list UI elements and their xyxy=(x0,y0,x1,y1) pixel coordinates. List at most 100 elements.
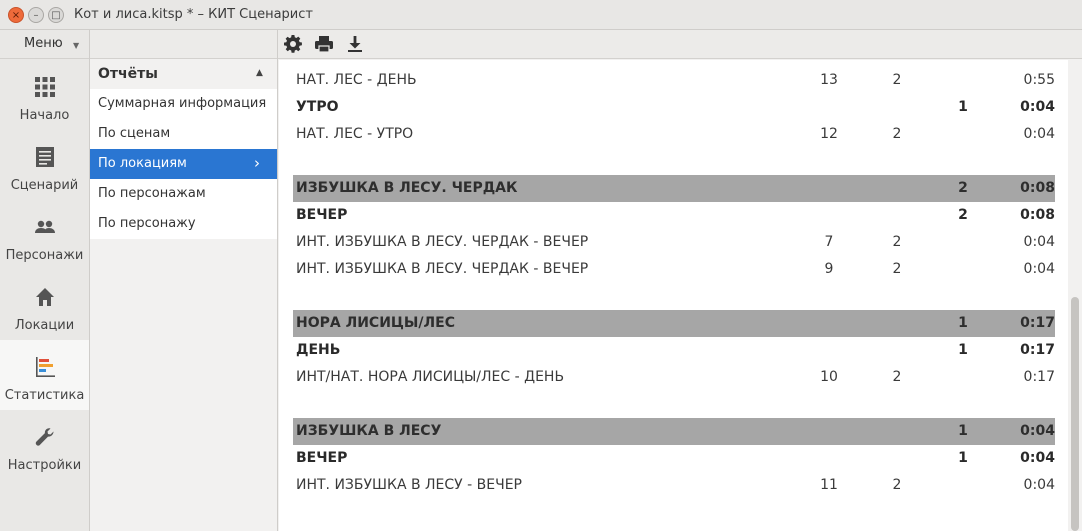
cell-time: 0:04 xyxy=(1023,234,1055,250)
cell-chars: 2 xyxy=(892,126,902,142)
vertical-scrollbar[interactable] xyxy=(1068,60,1082,531)
nav-item-characters[interactable]: Персонажи xyxy=(0,200,89,270)
cell-name: ИЗБУШКА В ЛЕСУ. ЧЕРДАК xyxy=(296,180,518,196)
cell-time: 0:04 xyxy=(1020,99,1055,115)
cell-time: 0:55 xyxy=(1023,72,1055,88)
print-icon[interactable] xyxy=(314,34,334,54)
time-of-day-row: УТРО 1 0:04 xyxy=(293,94,1055,121)
cell-count: 2 xyxy=(958,207,968,223)
cell-name: ИНТ. ИЗБУШКА В ЛЕСУ - ВЕЧЕР xyxy=(296,477,522,493)
report-toolbar xyxy=(278,30,1082,59)
nav-item-label: Настройки xyxy=(7,458,82,473)
cell-chars: 2 xyxy=(892,369,902,385)
cell-count: 1 xyxy=(958,342,968,358)
minimize-window-button[interactable]: – xyxy=(28,7,44,23)
title-bar: × – □ Кот и лиса.kitsp * – КИТ Сценарист xyxy=(0,0,1082,30)
menu-dropdown-icon: ▼ xyxy=(73,41,80,50)
nav-item-label: Начало xyxy=(19,108,70,123)
scene-row: НАТ. ЛЕС - ДЕНЬ 13 2 0:55 xyxy=(293,67,1055,94)
cell-num: 10 xyxy=(820,369,838,385)
cell-time: 0:17 xyxy=(1023,369,1055,385)
location-row: НОРА ЛИСИЦЫ/ЛЕС 1 0:17 xyxy=(293,310,1055,337)
cell-time: 0:04 xyxy=(1020,423,1055,439)
scene-row: НАТ. ЛЕС - УТРО 12 2 0:04 xyxy=(293,121,1055,148)
cell-name: ИНТ. ИЗБУШКА В ЛЕСУ. ЧЕРДАК - ВЕЧЕР xyxy=(296,234,589,250)
download-icon[interactable] xyxy=(345,34,365,54)
cell-num: 7 xyxy=(824,234,834,250)
report-item-label: По сценам xyxy=(98,126,171,141)
nav-item-label: Статистика xyxy=(4,388,85,403)
report-item-label: По персонажу xyxy=(98,216,196,231)
nav-item-script[interactable]: Сценарий xyxy=(0,130,89,200)
nav-item-start[interactable]: Начало xyxy=(0,60,89,130)
wrench-icon xyxy=(35,428,54,446)
cell-chars: 2 xyxy=(892,477,902,493)
cell-num: 12 xyxy=(820,126,838,142)
cell-time: 0:08 xyxy=(1020,180,1055,196)
cell-num: 11 xyxy=(820,477,838,493)
menu-label: Меню xyxy=(24,36,63,51)
document-icon xyxy=(36,147,54,167)
collapse-icon[interactable]: ▲ xyxy=(256,68,263,78)
cell-time: 0:04 xyxy=(1023,126,1055,142)
report-item-label: По локациям xyxy=(98,156,187,171)
reports-panel-toolbar xyxy=(90,30,277,59)
cell-count: 1 xyxy=(958,315,968,331)
reports-list: Суммарная информация По сценам По локаци… xyxy=(90,89,277,239)
reports-panel: Отчёты ▲ Суммарная информация По сценам … xyxy=(90,30,278,531)
report-item-by-scenes[interactable]: По сценам xyxy=(90,119,277,149)
report-content: НАТ. ЛЕС - ДЕНЬ 13 2 0:55 УТРО 1 0:04 НАТ. ЛЕС … xyxy=(279,60,1068,531)
cell-time: 0:17 xyxy=(1020,315,1055,331)
scene-row: ИНТ/НАТ. НОРА ЛИСИЦЫ/ЛЕС - ДЕНЬ 10 2 0:17 xyxy=(293,364,1055,391)
cell-num: 13 xyxy=(820,72,838,88)
menu-button[interactable]: Меню ▼ xyxy=(0,30,89,59)
report-item-by-locations[interactable]: По локациям › xyxy=(90,149,277,179)
cell-name: НАТ. ЛЕС - УТРО xyxy=(296,126,414,142)
cell-name: ВЕЧЕР xyxy=(296,450,348,466)
cell-count: 1 xyxy=(958,450,968,466)
scrollbar-thumb[interactable] xyxy=(1071,297,1079,531)
main-navigation: Меню ▼ Начало Сценарий Персонажи Локации… xyxy=(0,30,90,531)
cell-time: 0:08 xyxy=(1020,207,1055,223)
chevron-right-icon: › xyxy=(254,154,260,172)
nav-item-statistics[interactable]: Статистика xyxy=(0,340,89,410)
cell-count: 2 xyxy=(958,180,968,196)
nav-item-settings[interactable]: Настройки xyxy=(0,410,89,480)
report-item-label: Суммарная информация xyxy=(98,96,267,111)
location-row: ИЗБУШКА В ЛЕСУ 1 0:04 xyxy=(293,418,1055,445)
maximize-window-button[interactable]: □ xyxy=(48,7,64,23)
nav-item-label: Локации xyxy=(14,318,75,333)
cell-name: ДЕНЬ xyxy=(296,342,341,358)
report-item-label: По персонажам xyxy=(98,186,206,201)
cell-chars: 2 xyxy=(892,234,902,250)
cell-name: ИЗБУШКА В ЛЕСУ xyxy=(296,423,442,439)
cell-num: 9 xyxy=(824,261,834,277)
gear-icon[interactable] xyxy=(283,34,303,54)
reports-header[interactable]: Отчёты ▲ xyxy=(90,60,277,88)
report-item-by-characters[interactable]: По персонажам xyxy=(90,179,277,209)
cell-name: НАТ. ЛЕС - ДЕНЬ xyxy=(296,72,417,88)
cell-time: 0:17 xyxy=(1020,342,1055,358)
close-window-button[interactable]: × xyxy=(8,7,24,23)
cell-name: ВЕЧЕР xyxy=(296,207,348,223)
home-icon xyxy=(36,288,54,306)
nav-item-label: Персонажи xyxy=(5,248,84,263)
grid-icon xyxy=(35,77,55,97)
time-of-day-row: ДЕНЬ 1 0:17 xyxy=(293,337,1055,364)
window-title: Кот и лиса.kitsp * – КИТ Сценарист xyxy=(74,7,313,22)
people-icon xyxy=(35,220,55,233)
nav-item-label: Сценарий xyxy=(10,178,79,193)
cell-chars: 2 xyxy=(892,261,902,277)
scene-row: ИНТ. ИЗБУШКА В ЛЕСУ - ВЕЧЕР 11 2 0:04 xyxy=(293,472,1055,499)
cell-time: 0:04 xyxy=(1020,450,1055,466)
nav-item-locations[interactable]: Локации xyxy=(0,270,89,340)
cell-count: 1 xyxy=(958,423,968,439)
cell-name: УТРО xyxy=(296,99,339,115)
chart-icon xyxy=(36,357,55,377)
report-item-by-character[interactable]: По персонажу xyxy=(90,209,277,239)
app-window: × – □ Кот и лиса.kitsp * – КИТ Сценарист… xyxy=(0,0,1082,531)
reports-header-label: Отчёты xyxy=(98,66,158,82)
report-item-summary[interactable]: Суммарная информация xyxy=(90,89,277,119)
time-of-day-row: ВЕЧЕР 1 0:04 xyxy=(293,445,1055,472)
scene-row: ИНТ. ИЗБУШКА В ЛЕСУ. ЧЕРДАК - ВЕЧЕР 9 2 0:0… xyxy=(293,256,1055,283)
